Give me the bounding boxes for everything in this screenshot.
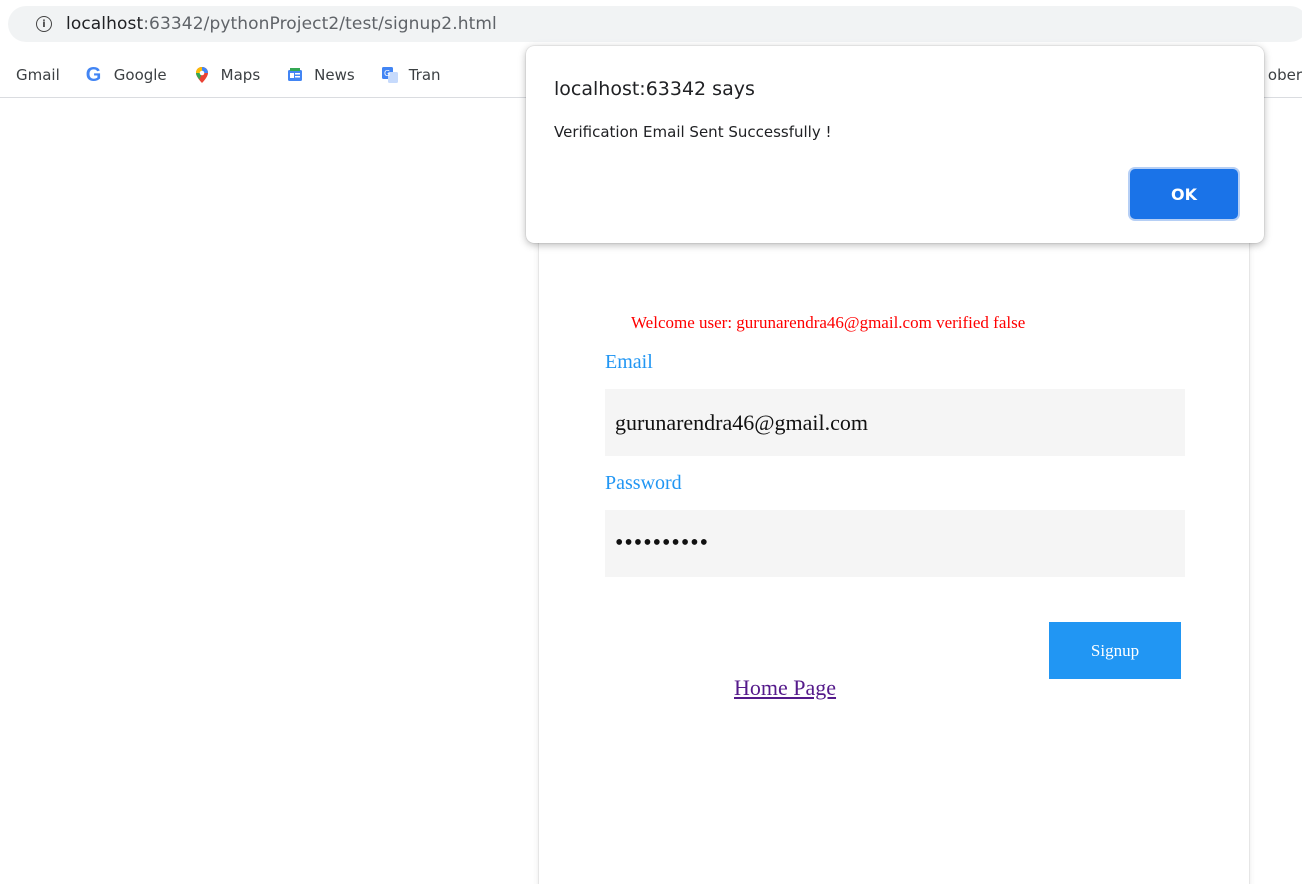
ok-button[interactable]: OK bbox=[1130, 169, 1238, 219]
dialog-title: localhost:63342 says bbox=[554, 78, 755, 100]
svg-text:G: G bbox=[384, 69, 390, 78]
bookmark-gmail[interactable]: Gmail bbox=[16, 66, 60, 84]
password-field[interactable] bbox=[605, 510, 1185, 577]
url-host: localhost bbox=[66, 14, 144, 34]
translate-icon: G bbox=[381, 66, 398, 83]
bookmark-google[interactable]: G Google bbox=[85, 63, 167, 86]
bookmark-label: Google bbox=[113, 65, 167, 84]
maps-pin-icon bbox=[195, 66, 208, 83]
signup-button[interactable]: Signup bbox=[1049, 622, 1181, 679]
signup-card: Welcome user: gurunarendra46@gmail.com v… bbox=[538, 200, 1250, 884]
bookmark-label: Gmail bbox=[16, 65, 60, 84]
bookmark-maps[interactable]: Maps bbox=[193, 66, 260, 84]
news-icon bbox=[288, 67, 303, 81]
google-g-icon: G bbox=[85, 63, 102, 86]
welcome-message: Welcome user: gurunarendra46@gmail.com v… bbox=[631, 313, 1026, 332]
url-text[interactable]: localhost:63342/pythonProject2/test/sign… bbox=[66, 14, 497, 34]
email-label: Email bbox=[605, 351, 653, 373]
bookmark-label: Tran bbox=[408, 65, 441, 84]
bookmark-label: News bbox=[314, 65, 355, 84]
home-page-link[interactable]: Home Page bbox=[734, 675, 836, 701]
password-label: Password bbox=[605, 472, 682, 494]
bookmark-translate[interactable]: G Tran bbox=[381, 66, 441, 84]
url-path: :63342/pythonProject2/test/signup2.html bbox=[143, 14, 497, 34]
info-icon[interactable]: i bbox=[36, 16, 52, 32]
bookmark-overflow-label[interactable]: ober bbox=[1268, 52, 1302, 98]
email-field[interactable] bbox=[605, 389, 1185, 456]
bookmark-news[interactable]: News bbox=[286, 66, 355, 84]
alert-dialog: localhost:63342 says Verification Email … bbox=[526, 46, 1264, 243]
dialog-message: Verification Email Sent Successfully ! bbox=[554, 123, 832, 141]
bookmark-label: Maps bbox=[220, 65, 261, 84]
address-bar[interactable]: i localhost:63342/pythonProject2/test/si… bbox=[8, 6, 1302, 42]
